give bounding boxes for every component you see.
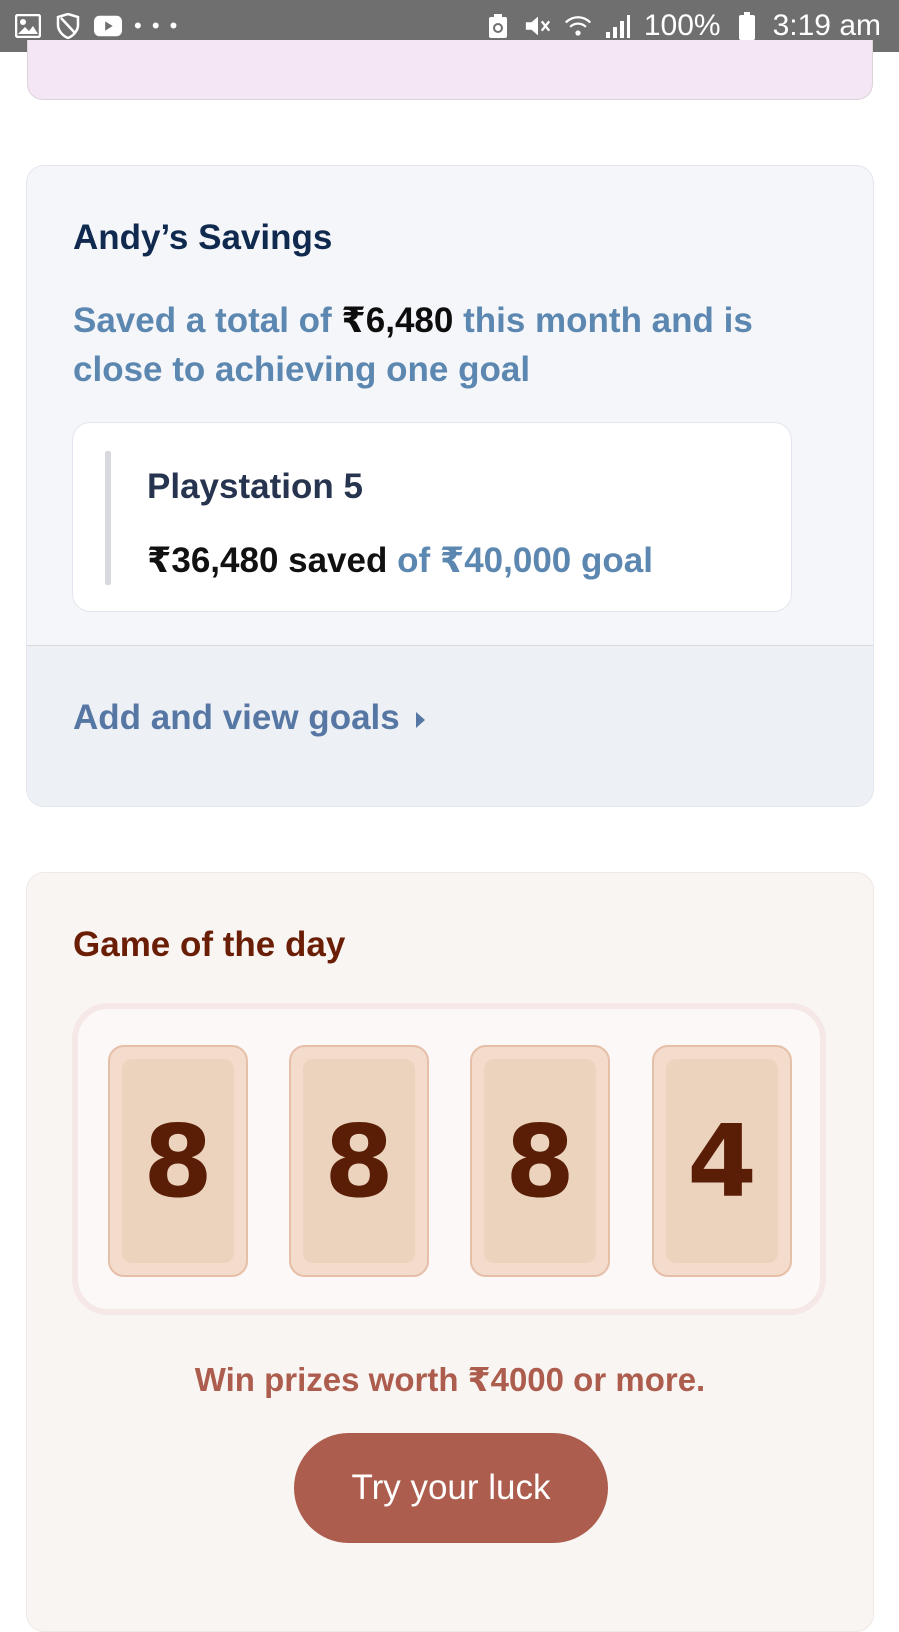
savings-desc-prefix: Saved a total of <box>73 301 342 340</box>
digit-tile: 8 <box>289 1045 429 1277</box>
previous-card <box>27 40 873 100</box>
try-your-luck-button[interactable]: Try your luck <box>294 1433 608 1543</box>
goal-progress: ₹36,480 saved of ₹40,000 goal <box>147 541 653 581</box>
digit-tile: 4 <box>652 1045 792 1277</box>
digit-value: 8 <box>324 1102 394 1220</box>
digit-tile: 8 <box>470 1045 610 1277</box>
savings-card: Andy’s Savings Saved a total of ₹6,480 t… <box>26 165 874 807</box>
digit-value: 8 <box>143 1102 213 1220</box>
digit-value: 4 <box>687 1102 757 1220</box>
youtube-icon <box>94 12 122 40</box>
status-bar-right: 100% 3:19 am <box>484 11 881 41</box>
add-view-goals-link[interactable]: Add and view goals <box>73 698 425 738</box>
recycle-battery-icon <box>484 12 512 40</box>
more-notifications-icon: • • • <box>134 13 180 38</box>
goals-footer: Add and view goals <box>27 645 873 806</box>
goal-name: Playstation 5 <box>147 467 363 506</box>
wifi-icon <box>564 12 592 40</box>
savings-title: Andy’s Savings <box>73 218 333 257</box>
signal-icon <box>604 12 632 40</box>
savings-amount: ₹6,480 <box>341 301 454 340</box>
digit-tile: 8 <box>108 1045 248 1277</box>
caret-right-icon <box>415 712 425 728</box>
digits-panel: 8 8 8 4 <box>72 1003 826 1315</box>
game-title: Game of the day <box>73 925 346 964</box>
status-time: 3:19 am <box>772 9 881 42</box>
digit-tile-inner: 8 <box>303 1059 415 1263</box>
goal-accent-bar <box>105 451 111 585</box>
battery-icon <box>733 12 761 40</box>
gallery-icon <box>14 12 42 40</box>
goal-target-amount: of ₹40,000 goal <box>387 541 653 580</box>
mute-icon <box>524 12 552 40</box>
savings-description: Saved a total of ₹6,480 this month and i… <box>73 296 773 394</box>
digit-value: 8 <box>505 1102 575 1220</box>
digit-tile-inner: 4 <box>666 1059 778 1263</box>
status-bar-left: • • • <box>14 12 179 40</box>
digit-tile-inner: 8 <box>484 1059 596 1263</box>
goal-saved-amount: ₹36,480 saved <box>147 541 388 580</box>
goal-card[interactable]: Playstation 5 ₹36,480 saved of ₹40,000 g… <box>72 422 792 612</box>
shield-icon <box>54 12 82 40</box>
digit-tile-inner: 8 <box>122 1059 234 1263</box>
battery-percent: 100% <box>643 9 721 42</box>
prize-text: Win prizes worth ₹4000 or more. <box>194 1361 706 1398</box>
game-card: Game of the day 8 8 8 4 Win prizes worth… <box>26 872 874 1632</box>
add-view-goals-label: Add and view goals <box>73 698 400 737</box>
